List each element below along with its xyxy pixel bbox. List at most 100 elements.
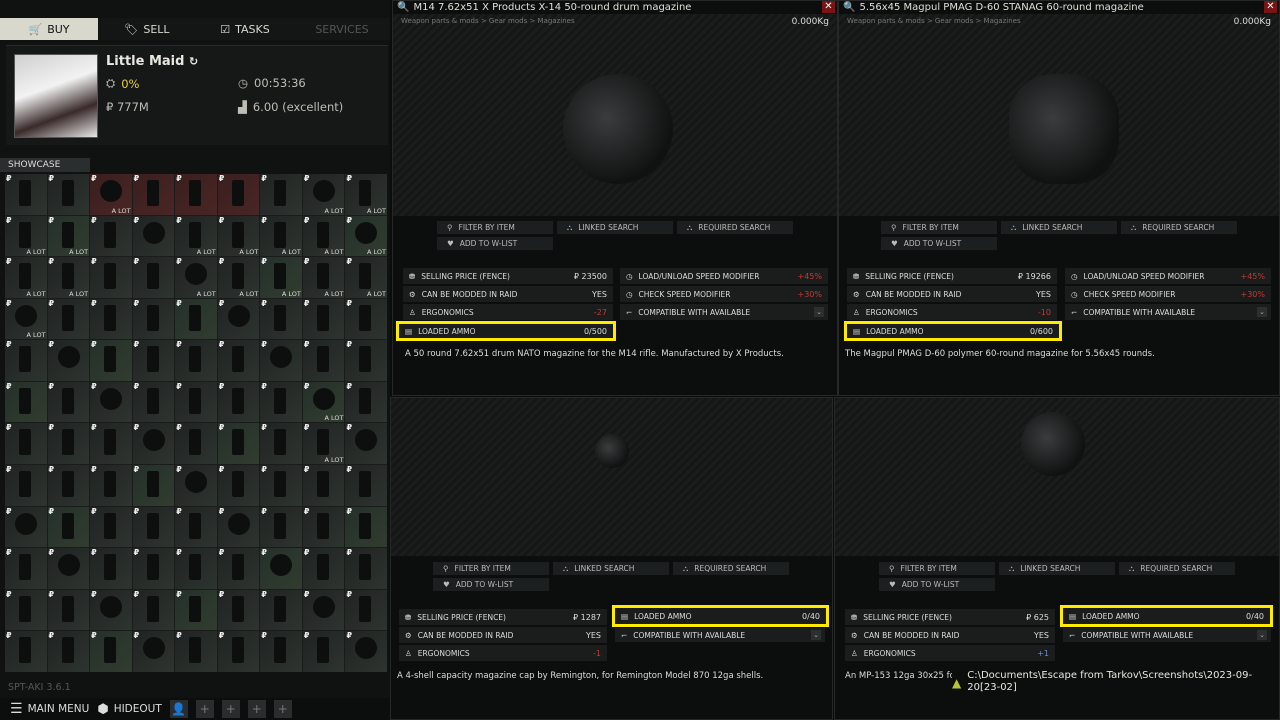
showcase-item-cell[interactable]: ₽ [345, 548, 387, 589]
showcase-item-cell[interactable]: ₽ [90, 298, 132, 340]
showcase-item-cell[interactable]: ₽ [47, 506, 90, 548]
showcase-item-cell[interactable]: ₽ A LOT [302, 174, 345, 215]
showcase-item-cell[interactable]: ₽ [302, 298, 345, 340]
showcase-item-cell[interactable]: ₽ [132, 381, 175, 423]
tab-tasks[interactable]: ☑ TASKS [196, 18, 294, 40]
showcase-item-cell[interactable]: ₽ [345, 298, 387, 340]
linked-search-button[interactable]: ⛬ LINKED SEARCH [1001, 221, 1117, 234]
showcase-item-cell[interactable]: ₽ [5, 548, 47, 589]
showcase-item-cell[interactable]: ₽ A LOT [175, 215, 217, 257]
showcase-item-cell[interactable]: ₽ [345, 506, 387, 548]
refresh-icon[interactable]: ↻ [189, 55, 198, 68]
showcase-item-cell[interactable]: ₽ [345, 340, 387, 381]
showcase-item-cell[interactable]: ₽ A LOT [217, 257, 260, 298]
showcase-item-cell[interactable]: ₽ A LOT [345, 174, 387, 215]
chevron-down-icon[interactable]: ⌄ [1257, 307, 1267, 317]
showcase-item-cell[interactable]: ₽ A LOT [302, 257, 345, 298]
showcase-item-cell[interactable]: ₽ [90, 423, 132, 465]
player-slot-icon[interactable]: 👤 [169, 700, 188, 718]
showcase-item-cell[interactable]: ₽ [47, 589, 90, 631]
showcase-item-cell[interactable]: ₽ [5, 340, 47, 381]
showcase-item-cell[interactable]: ₽ A LOT [47, 257, 90, 298]
showcase-item-cell[interactable]: ₽ [260, 465, 302, 506]
filter-by-item-button[interactable]: ⚲ FILTER BY ITEM [879, 562, 995, 575]
showcase-item-cell[interactable]: ₽ [345, 589, 387, 631]
showcase-item-cell[interactable]: ₽ [47, 631, 90, 672]
linked-search-button[interactable]: ⛬ LINKED SEARCH [557, 221, 673, 234]
showcase-item-cell[interactable]: ₽ [132, 465, 175, 506]
showcase-item-cell[interactable]: ₽ A LOT [47, 215, 90, 257]
showcase-item-cell[interactable]: ₽ [302, 465, 345, 506]
showcase-item-cell[interactable]: ₽ [132, 548, 175, 589]
showcase-item-cell[interactable]: ₽ [90, 257, 132, 298]
filter-by-item-button[interactable]: ⚲ FILTER BY ITEM [437, 221, 553, 234]
showcase-item-cell[interactable]: ₽ [90, 589, 132, 631]
showcase-item-cell[interactable]: ₽ [132, 423, 175, 465]
showcase-item-cell[interactable]: ₽ [5, 423, 47, 465]
showcase-item-cell[interactable]: ₽ [132, 298, 175, 340]
filter-by-item-button[interactable]: ⚲ FILTER BY ITEM [881, 221, 997, 234]
close-button[interactable]: ✕ [1264, 1, 1277, 13]
showcase-item-cell[interactable]: ₽ [5, 465, 47, 506]
showcase-item-cell[interactable]: ₽ [217, 465, 260, 506]
compatible-dropdown[interactable]: ⌐ COMPATIBLE WITH AVAILABLE ⌄ [615, 628, 825, 642]
showcase-item-cell[interactable]: ₽ A LOT [302, 423, 345, 465]
showcase-item-cell[interactable]: ₽ [175, 548, 217, 589]
showcase-item-cell[interactable]: ₽ [90, 631, 132, 672]
showcase-item-cell[interactable]: ₽ [175, 589, 217, 631]
showcase-item-cell[interactable]: ₽ [175, 631, 217, 672]
showcase-item-cell[interactable]: ₽ [47, 174, 90, 215]
showcase-item-cell[interactable]: ₽ [175, 465, 217, 506]
compatible-dropdown[interactable]: ⌐ COMPATIBLE WITH AVAILABLE ⌄ [620, 304, 828, 320]
required-search-button[interactable]: ⛬ REQUIRED SEARCH [1119, 562, 1235, 575]
showcase-item-cell[interactable]: ₽ [260, 340, 302, 381]
showcase-item-cell[interactable]: ₽ [132, 257, 175, 298]
empty-slot-3[interactable]: + [247, 700, 266, 718]
showcase-item-cell[interactable]: ₽ A LOT [5, 215, 47, 257]
showcase-item-cell[interactable]: ₽ [5, 631, 47, 672]
showcase-item-cell[interactable]: ₽ A LOT [217, 215, 260, 257]
showcase-item-cell[interactable]: ₽ [175, 298, 217, 340]
required-search-button[interactable]: ⛬ REQUIRED SEARCH [1121, 221, 1237, 234]
showcase-item-cell[interactable]: ₽ [260, 298, 302, 340]
empty-slot-4[interactable]: + [273, 700, 292, 718]
showcase-item-cell[interactable]: ₽ [132, 631, 175, 672]
showcase-item-cell[interactable]: ₽ [217, 298, 260, 340]
showcase-item-cell[interactable]: ₽ [345, 423, 387, 465]
showcase-item-cell[interactable]: ₽ A LOT [345, 257, 387, 298]
showcase-item-cell[interactable]: ₽ [90, 506, 132, 548]
showcase-item-cell[interactable]: ₽ A LOT [302, 381, 345, 423]
empty-slot-1[interactable]: + [195, 700, 214, 718]
showcase-item-cell[interactable]: ₽ [90, 340, 132, 381]
showcase-item-cell[interactable]: ₽ [217, 340, 260, 381]
required-search-button[interactable]: ⛬ REQUIRED SEARCH [677, 221, 793, 234]
add-to-wishlist-button[interactable]: ♥ ADD TO W-LIST [881, 237, 997, 250]
showcase-item-cell[interactable]: ₽ [47, 548, 90, 589]
showcase-item-cell[interactable]: ₽ [5, 506, 47, 548]
tab-services[interactable]: SERVICES [294, 18, 390, 40]
showcase-item-cell[interactable]: ₽ [132, 174, 175, 215]
showcase-item-cell[interactable]: ₽ [302, 340, 345, 381]
showcase-item-cell[interactable]: ₽ [260, 423, 302, 465]
showcase-item-cell[interactable]: ₽ [260, 381, 302, 423]
showcase-item-cell[interactable]: ₽ [217, 548, 260, 589]
showcase-item-cell[interactable]: ₽ [345, 631, 387, 672]
required-search-button[interactable]: ⛬ REQUIRED SEARCH [673, 562, 789, 575]
showcase-item-cell[interactable]: ₽ [47, 340, 90, 381]
showcase-item-cell[interactable]: ₽ A LOT [260, 257, 302, 298]
showcase-item-cell[interactable]: ₽ [217, 589, 260, 631]
showcase-item-cell[interactable]: ₽ [5, 174, 47, 215]
showcase-item-cell[interactable]: ₽ [302, 631, 345, 672]
chevron-down-icon[interactable]: ⌄ [1257, 630, 1267, 640]
showcase-item-cell[interactable]: ₽ [47, 465, 90, 506]
showcase-item-cell[interactable]: ₽ A LOT [90, 174, 132, 215]
showcase-item-cell[interactable]: ₽ [217, 631, 260, 672]
showcase-item-cell[interactable]: ₽ [175, 340, 217, 381]
filter-by-item-button[interactable]: ⚲ FILTER BY ITEM [433, 562, 549, 575]
showcase-item-cell[interactable]: ₽ [217, 381, 260, 423]
showcase-item-cell[interactable]: ₽ [47, 298, 90, 340]
showcase-item-cell[interactable]: ₽ [175, 381, 217, 423]
showcase-item-cell[interactable]: ₽ [302, 548, 345, 589]
showcase-item-cell[interactable]: ₽ [175, 174, 217, 215]
chevron-down-icon[interactable]: ⌄ [811, 630, 821, 640]
